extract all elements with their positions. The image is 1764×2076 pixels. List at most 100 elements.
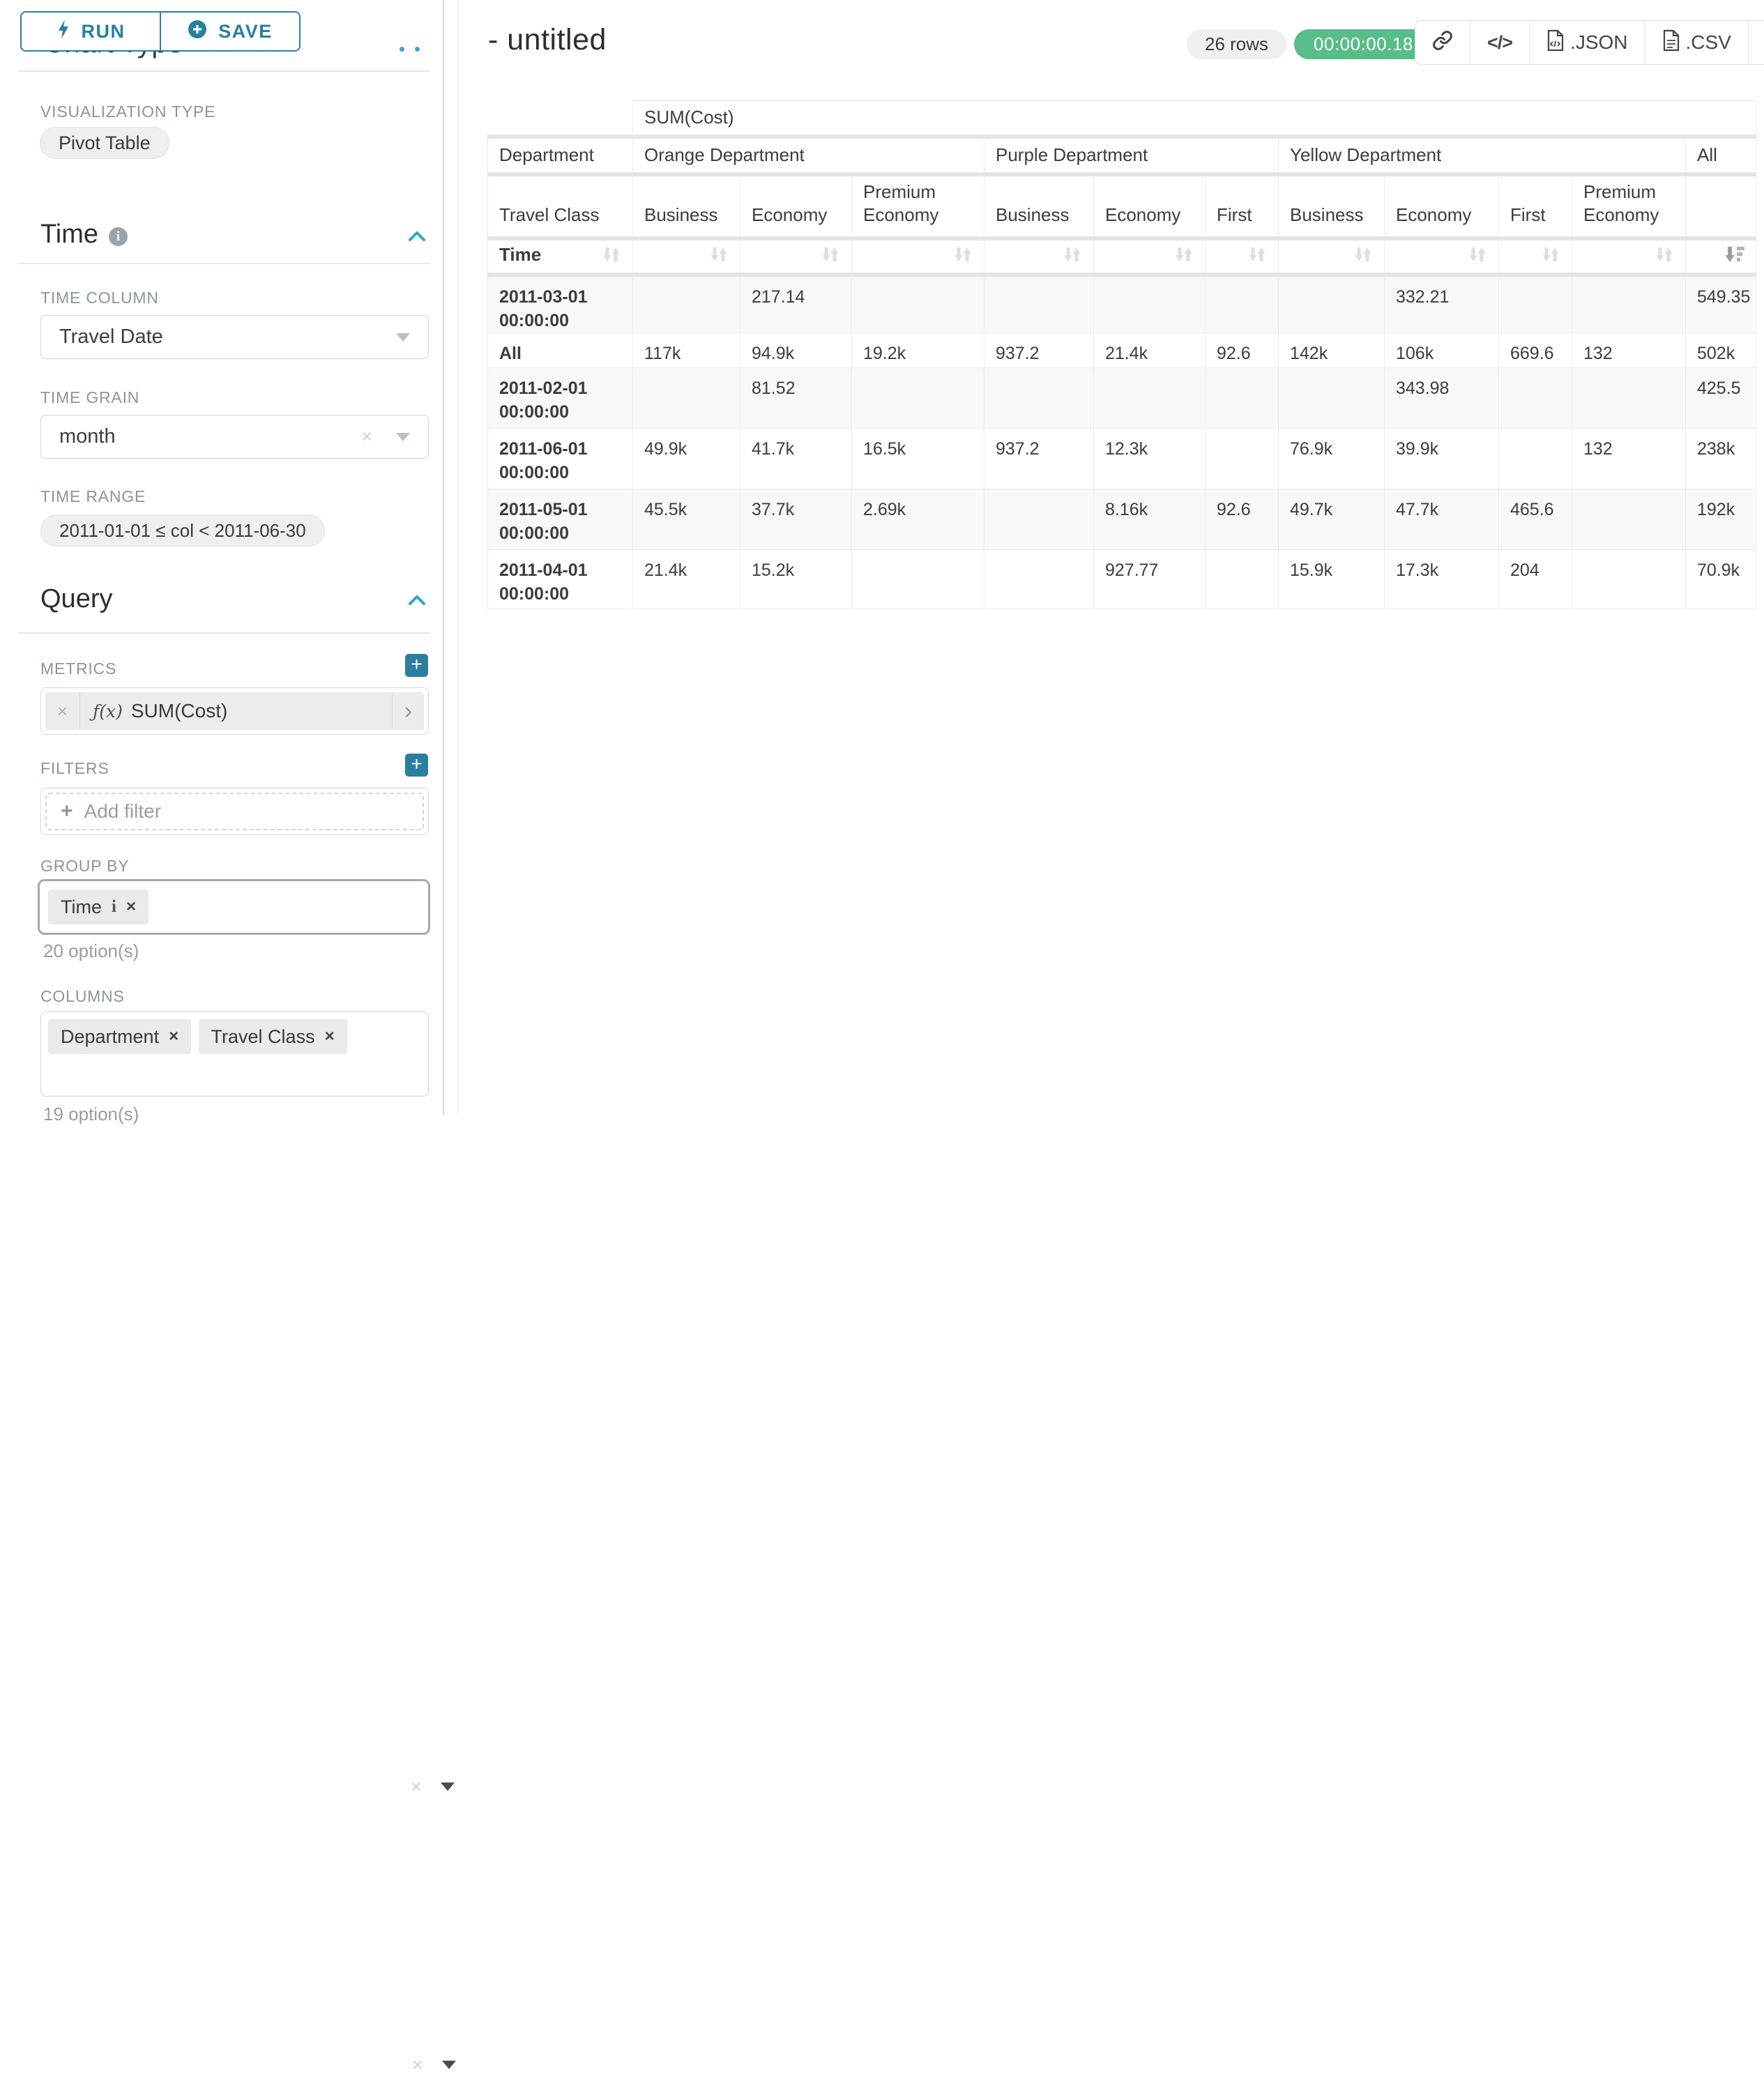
group-by-tag[interactable]: Time i × [48,890,149,924]
metric-pill[interactable]: × ƒ(x) SUM(Cost) › [45,692,424,730]
column-sort-cell[interactable] [1279,238,1385,275]
pivot-cell: 117k [633,333,740,367]
run-button[interactable]: RUN [22,13,161,50]
menu-button[interactable] [1748,21,1764,64]
class-col-header: Premium Economy [1572,174,1686,238]
pivot-cell: 238k [1686,428,1756,489]
add-metric-button[interactable]: + [405,654,428,677]
column-sort-cell[interactable] [740,238,852,275]
column-sort-cell[interactable] [1686,238,1756,275]
pivot-cell: 49.9k [633,428,740,489]
view-query-button[interactable]: </> [1470,21,1529,64]
remove-tag-icon[interactable]: × [325,1027,335,1046]
column-sort-cell[interactable] [633,238,740,275]
sort-icon[interactable] [953,254,973,266]
column-sort-cell[interactable] [1094,238,1206,275]
group-by-select[interactable]: Time i × × [38,879,430,935]
expand-chevron-icon[interactable]: › [392,694,424,728]
pivot-cell [1206,428,1279,489]
pivot-cell: 37.7k [740,489,852,549]
pivot-cell [1572,275,1686,333]
pivot-cell [984,489,1094,549]
sort-icon[interactable] [602,245,621,268]
column-sort-cell[interactable] [852,238,984,275]
column-sort-cell[interactable] [1572,238,1686,275]
save-button[interactable]: SAVE [161,13,299,50]
pivot-cell [852,549,984,609]
query-section-header[interactable]: Query [40,584,112,614]
department-col-header: Yellow Department [1279,137,1686,174]
table-row: 2011-04-01 00:00:0021.4k15.2k927.7715.9k… [488,549,1756,609]
sort-icon[interactable] [1247,254,1267,266]
metric-header: SUM(Cost) [633,101,1756,137]
table-row: 2011-06-01 00:00:0049.9k41.7k16.5k937.21… [488,428,1756,489]
sort-icon[interactable] [1468,254,1487,266]
add-filter-dropzone[interactable]: + Add filter [45,793,424,830]
pivot-cell: 425.5 [1686,367,1756,428]
row-label: 2011-03-01 00:00:00 [488,275,633,333]
time-sort-header[interactable]: Time [488,238,633,275]
remove-metric-icon[interactable]: × [45,692,80,730]
columns-tag[interactable]: Travel Class × [199,1019,347,1054]
panel-resize-handle[interactable] [400,47,420,52]
sort-icon[interactable] [1063,254,1082,266]
export-csv-button[interactable]: .CSV [1645,21,1748,64]
filters-container: + Add filter [40,788,429,835]
clear-icon[interactable]: × [361,426,372,448]
pivot-cell [984,275,1094,333]
column-sort-cell[interactable] [984,238,1094,275]
pivot-cell: 81.52 [740,367,852,428]
remove-tag-icon[interactable]: × [169,1027,178,1046]
group-by-options-hint: 20 option(s) [43,940,139,962]
collapse-chevron-icon[interactable] [407,593,427,611]
remove-tag-icon[interactable]: × [126,897,136,917]
sort-icon[interactable] [709,254,729,266]
class-col-header: Business [633,174,740,238]
time-column-select[interactable]: Travel Date [40,315,429,359]
share-link-button[interactable] [1415,21,1470,64]
pivot-cell: 549.35 [1686,275,1756,333]
add-filter-button[interactable]: + [405,754,428,777]
column-sort-cell[interactable] [1499,238,1572,275]
sort-icon[interactable] [1541,254,1560,266]
pivot-cell [1279,367,1385,428]
divider [18,70,430,72]
time-section-header[interactable]: Time i [40,220,128,250]
pivot-cell: 76.9k [1279,428,1385,489]
columns-tag[interactable]: Department × [48,1019,191,1054]
collapse-chevron-icon[interactable] [407,229,427,247]
row-label: All [488,333,633,367]
time-grain-select[interactable]: month × [40,415,429,459]
panel-gutter[interactable] [457,0,459,1115]
pivot-cell: 669.6 [1499,333,1572,367]
column-sort-cell[interactable] [1206,238,1279,275]
link-icon [1432,30,1453,56]
sort-icon[interactable] [1174,254,1194,266]
drag-dot-icon [400,47,404,52]
table-row: All117k94.9k19.2k937.221.4k92.6142k106k6… [488,333,1756,367]
pivot-cell [633,275,740,333]
divider [18,263,430,264]
export-json-button[interactable]: .JSON [1529,21,1644,64]
class-col-header: Economy [1385,174,1499,238]
chart-type-heading: Chart Type [44,50,274,70]
sort-desc-active-icon[interactable] [1724,254,1744,266]
column-sort-cell[interactable] [1385,238,1499,275]
clear-icon[interactable]: × [412,2054,423,2076]
pivot-cell: 217.14 [740,275,852,333]
pivot-cell: 142k [1279,333,1385,367]
columns-select[interactable]: Department × Travel Class × × [40,1012,429,1097]
sort-icon[interactable] [1353,254,1373,266]
sort-icon[interactable] [821,254,840,266]
pivot-cell: 502k [1686,333,1756,367]
clear-icon[interactable]: × [411,1776,422,1798]
time-range-pill[interactable]: 2011-01-01 ≤ col < 2011-06-30 [40,514,325,547]
sort-icon[interactable] [1655,254,1674,266]
class-col-header: Premium Economy [852,174,984,238]
info-icon: i [109,227,128,246]
pivot-cell: 132 [1572,428,1686,489]
group-by-label: GROUP BY [40,857,129,876]
columns-label: COLUMNS [40,987,125,1006]
pivot-cell: 92.6 [1206,489,1279,549]
viz-type-pill[interactable]: Pivot Table [40,127,169,159]
